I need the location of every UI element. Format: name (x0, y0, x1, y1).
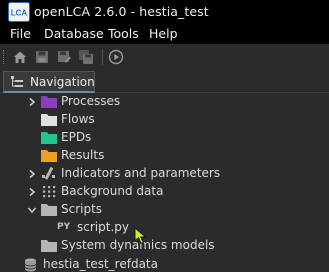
tree-item-processes[interactable]: Processes (0, 93, 329, 111)
epds-folder-icon (41, 132, 57, 144)
save-as-icon[interactable] (56, 49, 72, 65)
toolbar-separator (102, 49, 104, 65)
title-bar: LCA openLCA 2.6.0 - hestia_test (0, 0, 329, 24)
tree-item-label: script.py (77, 220, 129, 234)
menu-database[interactable]: Database (44, 26, 104, 41)
mouse-cursor-icon (134, 227, 147, 245)
chevron-down-icon[interactable] (27, 205, 37, 215)
tree-item-background-data[interactable]: Background data (0, 183, 329, 201)
tree-item-results[interactable]: Results (0, 147, 329, 165)
tree-item-epds[interactable]: EPDs (0, 129, 329, 147)
save-all-icon[interactable] (78, 49, 94, 65)
toolbar (0, 44, 329, 70)
scripts-folder-icon (41, 204, 57, 216)
menu-tools[interactable]: Tools (108, 26, 139, 41)
chevron-right-icon[interactable] (27, 169, 37, 179)
home-icon[interactable] (12, 49, 28, 65)
tree-item-label: EPDs (61, 130, 92, 144)
tree-item-flows[interactable]: Flows (0, 111, 329, 129)
tree-item-scripts[interactable]: Scripts (0, 201, 329, 219)
system-dynamics-folder-icon (41, 240, 57, 252)
tree-item-indicators[interactable]: Indicators and parameters (0, 165, 329, 183)
tree-item-system-dynamics[interactable]: System dynamics models (0, 237, 329, 255)
tree-item-label: Scripts (61, 202, 103, 216)
toolbar-grip[interactable] (3, 50, 6, 64)
run-icon[interactable] (108, 49, 124, 65)
chevron-right-icon[interactable] (27, 187, 37, 197)
menu-bar: File Database Tools Help (0, 24, 329, 44)
view-tab-bar: Navigation (0, 70, 329, 93)
indicators-icon (42, 167, 55, 180)
tree-item-label: Processes (61, 94, 121, 108)
database-icon (24, 258, 37, 272)
python-file-icon: PY (57, 222, 71, 232)
tree-item-label: Background data (61, 184, 164, 198)
tab-navigation[interactable]: Navigation (3, 71, 95, 93)
menu-file[interactable]: File (10, 26, 31, 41)
openlca-logo-icon: LCA (8, 2, 30, 22)
tree-item-label: Indicators and parameters (61, 166, 221, 180)
svg-text:LCA: LCA (11, 9, 28, 18)
window-title: openLCA 2.6.0 - hestia_test (34, 4, 209, 19)
save-icon[interactable] (34, 49, 50, 65)
tree-item-label: hestia_test_refdata (43, 257, 158, 271)
chevron-right-icon[interactable] (27, 97, 37, 107)
flows-folder-icon (41, 114, 57, 126)
menu-help[interactable]: Help (149, 26, 178, 41)
navigation-tree: Processes Flows EPDs Results Indicators … (0, 93, 329, 272)
navigation-tree-icon (10, 75, 24, 89)
tree-item-script-file[interactable]: PY script.py (0, 219, 329, 237)
tab-navigation-label: Navigation (30, 75, 95, 89)
tree-item-label: Flows (61, 112, 95, 126)
background-data-grid-icon (43, 186, 56, 198)
tree-item-database[interactable]: hestia_test_refdata (0, 256, 329, 272)
tree-item-label: Results (61, 148, 105, 162)
results-folder-icon (41, 150, 57, 162)
processes-folder-icon (41, 96, 57, 108)
